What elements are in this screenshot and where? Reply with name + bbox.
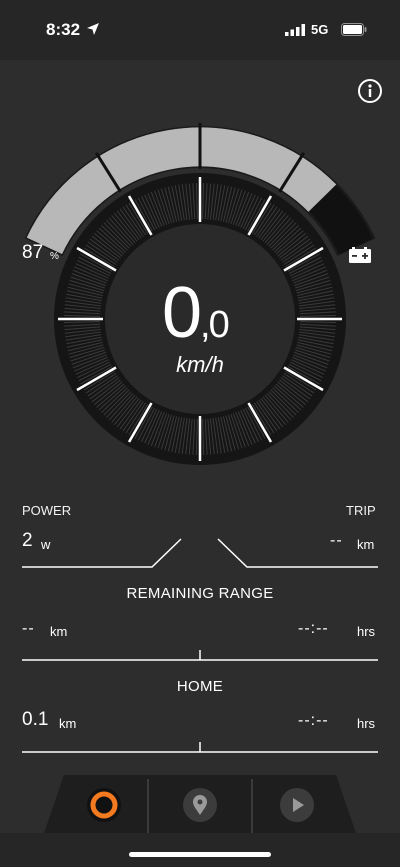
home-indicator[interactable] <box>129 852 271 857</box>
signal-bars-icon <box>285 24 305 36</box>
speed-value: 0 <box>162 273 202 353</box>
network-type: 5G <box>311 22 329 37</box>
status-bar: 8:32 5G <box>0 0 400 60</box>
ring-icon <box>87 788 121 822</box>
tab-media[interactable] <box>252 775 342 833</box>
stat-divider-lines <box>22 538 378 753</box>
battery-percent-value: 87 <box>22 242 44 263</box>
speed-unit: km/h <box>176 352 224 377</box>
home-indicator-area <box>0 833 400 867</box>
bike-battery-icon <box>349 247 371 263</box>
tab-ride[interactable] <box>60 775 148 833</box>
play-icon <box>280 788 314 822</box>
tab-map[interactable] <box>150 775 250 833</box>
phone-battery-icon <box>341 23 367 36</box>
speed-readout: 0,0 <box>162 272 230 354</box>
location-arrow-icon <box>87 23 99 35</box>
battery-percent-unit: % <box>50 251 59 262</box>
speed-decimal: ,0 <box>200 304 230 346</box>
status-time: 8:32 <box>46 20 81 39</box>
power-label: POWER <box>22 503 72 518</box>
map-pin-icon <box>183 788 217 822</box>
trip-label: TRIP <box>346 503 376 518</box>
info-icon[interactable] <box>357 78 383 104</box>
